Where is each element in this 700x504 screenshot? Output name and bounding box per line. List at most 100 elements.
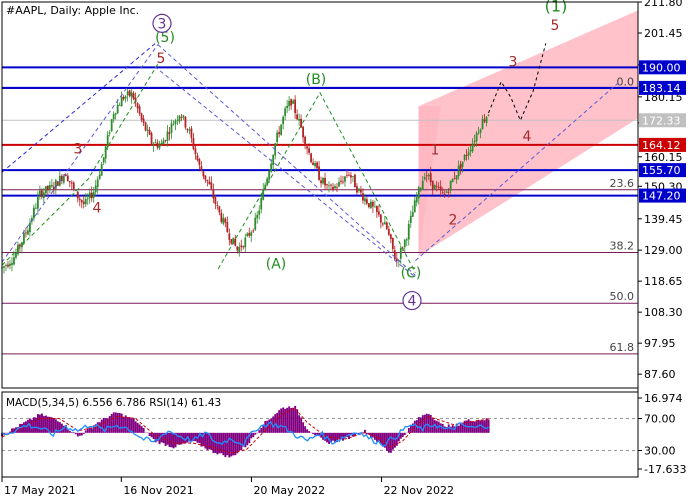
candle-body [418,187,420,198]
price-level-label: 164.12 [642,139,681,152]
candle-body [414,200,416,212]
macd-bar [480,421,482,433]
candle-body [306,147,308,149]
candle-body [117,105,119,113]
candle-body [258,211,260,215]
wave-label: 5 [551,18,560,34]
macd-bar [212,433,214,453]
candle-body [312,163,314,166]
candle-body [260,198,262,209]
macd-bar [270,418,272,433]
candle-body [242,246,244,247]
candle-body [328,185,330,186]
candle-body [268,171,270,180]
macd-bar [23,422,25,433]
price-tick-label: 118.65 [644,275,683,288]
candle-body [240,245,242,247]
candle-body [474,141,476,142]
candle-body [362,193,364,200]
candle-body [322,178,324,183]
macd-bar [280,408,282,432]
indicator-tick-label: 16.974 [644,392,683,405]
candle-body [197,155,199,160]
macd-bar [240,433,242,450]
candle-body [416,197,418,202]
macd-bar [53,419,55,433]
candle-body [400,248,402,259]
macd-bar [35,418,37,433]
candle-body [304,137,306,145]
price-tick-label: 160.15 [644,151,683,164]
candle-body [47,186,49,190]
candle-body [83,202,85,204]
candle-body [222,218,224,224]
candle-body [141,113,143,119]
candle-body [220,213,222,222]
candle-body [238,247,240,252]
candle-body [131,92,133,97]
candle-body [440,186,442,190]
macd-bar [133,418,135,432]
candle-body [382,224,384,225]
wave-label: 3 [158,16,167,32]
macd-bar [460,423,462,432]
candle-body [230,239,232,243]
candle-body [390,234,392,239]
macd-bar [169,433,171,447]
candle-body [370,202,372,208]
candle-body [206,180,208,181]
candle-body [384,222,386,224]
macd-bar [87,429,89,433]
candle-body [204,175,206,179]
candle-body [224,219,226,223]
candle-body [434,185,436,190]
candle-body [276,133,278,143]
candle-body [147,130,149,131]
macd-bar [37,414,39,433]
candle-body [410,216,412,223]
candle-body [374,207,376,208]
candle-body [181,117,183,118]
candle-body [334,186,336,188]
macd-bar [284,409,286,433]
candle-body [404,240,406,247]
indicator-tick-label: 30.00 [644,445,676,458]
candle-body [73,183,75,189]
candle-body [358,189,360,191]
indicator-tick-label: 70.00 [644,413,676,426]
chart-stage: 0.023.638.250.061.8 211.80201.45190.8018… [0,0,700,500]
candle-body [456,175,458,179]
macd-bar [137,423,139,433]
candle-body [129,90,131,96]
price-tick-label: 108.30 [644,306,683,319]
candle-body [346,175,348,176]
macd-bar [41,414,43,433]
candle-body [478,133,480,134]
candle-body [356,186,358,192]
fibonacci-label: 0.0 [617,75,635,88]
candle-body [210,183,212,189]
fibonacci-label: 38.2 [610,240,635,253]
macd-bar [143,428,145,433]
candle-body [442,192,444,193]
candle-body [462,162,464,167]
candle-body [13,257,15,264]
candle-body [179,116,181,122]
wave-label: 4 [523,129,532,145]
candle-body [85,199,87,204]
current-price-label: 172.33 [642,114,681,127]
candle-body [348,175,350,176]
candle-body [432,181,434,189]
candle-body [468,152,470,155]
candle-body [406,239,408,240]
candle-body [394,250,396,259]
candle-body [332,187,334,190]
candle-body [175,121,177,124]
candle-body [464,155,466,160]
candle-body [35,208,37,209]
price-tick-label: 129.00 [644,244,683,257]
candle-body [476,133,478,141]
candle-body [202,171,204,176]
candle-body [296,114,298,119]
candle-body [25,233,27,234]
